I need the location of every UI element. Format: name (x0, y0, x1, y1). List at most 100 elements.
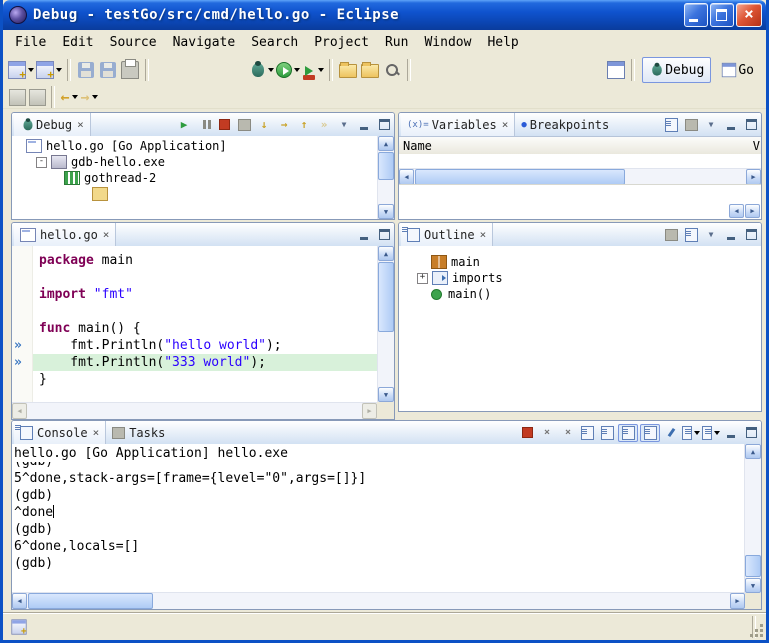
editor-tab-hello-go[interactable]: hello.go × (14, 223, 116, 246)
scroll-left-button[interactable]: ◀ (12, 593, 27, 609)
back-button[interactable]: ← (60, 88, 78, 106)
debug-tree-item-thread[interactable]: gothread-2 (12, 170, 378, 186)
console-output[interactable]: (gdb) 5^done,stack-args=[frame={level="0… (12, 462, 745, 593)
debug-tree-item-partial[interactable] (12, 186, 378, 202)
console-vertical-scrollbar[interactable]: ▲ ▼ (744, 444, 761, 593)
menu-window[interactable]: Window (416, 33, 479, 52)
scroll-down-button[interactable]: ▼ (378, 387, 394, 402)
variables-tree-empty[interactable] (399, 154, 761, 168)
word-wrap-button[interactable] (618, 424, 638, 442)
outline-item-package[interactable]: main (417, 254, 761, 270)
new-go-element-button[interactable] (36, 58, 62, 82)
minimize-view-button[interactable] (355, 117, 373, 133)
show-type-names-button[interactable] (662, 117, 680, 133)
terminate-button[interactable] (215, 117, 233, 133)
close-icon[interactable]: × (502, 119, 509, 130)
menu-help[interactable]: Help (479, 33, 526, 52)
debug-marker-icon[interactable]: » (14, 339, 22, 352)
menu-file[interactable]: File (7, 33, 54, 52)
scroll-thumb[interactable] (745, 555, 761, 577)
display-selected-console-button[interactable] (682, 425, 700, 441)
search-button[interactable] (382, 58, 402, 82)
editor-annotation-ruler[interactable]: » » (12, 246, 33, 402)
mark-occurrences-button[interactable] (28, 88, 46, 106)
show-console-on-output-button[interactable] (640, 424, 660, 442)
terminate-button[interactable] (518, 425, 536, 441)
debug-launch-button[interactable] (250, 58, 274, 82)
editor-vertical-scrollbar[interactable]: ▲ ▼ (377, 246, 394, 402)
external-tools-button[interactable] (302, 58, 324, 82)
title-bar[interactable]: Debug - testGo/src/cmd/hello.go - Eclips… (3, 0, 766, 30)
detail-scroll-right-button[interactable]: ▶ (745, 204, 760, 218)
resize-grip[interactable] (751, 625, 764, 638)
perspective-debug-button[interactable]: Debug (642, 57, 711, 83)
pin-console-button[interactable] (662, 425, 680, 441)
open-project-button[interactable] (360, 58, 380, 82)
tasks-tab[interactable]: Tasks (106, 421, 171, 444)
variables-tab[interactable]: (x)= Variables × (401, 113, 515, 136)
scroll-right-button[interactable]: ▶ (730, 593, 745, 609)
print-button[interactable] (120, 58, 140, 82)
open-resource-button[interactable] (338, 58, 358, 82)
debug-vertical-scrollbar[interactable]: ▲ ▼ (377, 136, 394, 219)
save-all-button[interactable] (98, 58, 118, 82)
maximize-view-button[interactable] (742, 227, 760, 243)
step-into-button[interactable]: ↓ (255, 117, 273, 133)
menu-run[interactable]: Run (377, 33, 416, 52)
debug-tree-item-process[interactable]: - gdb-hello.exe (12, 154, 378, 170)
maximize-view-button[interactable] (742, 117, 760, 133)
outline-tree[interactable]: main + imports main() (399, 246, 761, 411)
remove-all-launches-button[interactable]: × (558, 425, 576, 441)
scroll-thumb[interactable] (378, 152, 394, 180)
open-perspective-button[interactable] (606, 58, 626, 82)
scroll-thumb[interactable] (378, 262, 394, 332)
close-icon[interactable]: × (93, 427, 100, 438)
resume-button[interactable]: ▶ (175, 117, 193, 133)
menu-edit[interactable]: Edit (54, 33, 101, 52)
minimize-view-button[interactable] (722, 227, 740, 243)
close-icon[interactable]: × (103, 229, 110, 240)
scroll-up-button[interactable]: ▲ (378, 246, 394, 261)
menu-source[interactable]: Source (102, 33, 165, 52)
open-console-button[interactable] (702, 425, 720, 441)
expand-icon[interactable]: + (417, 273, 428, 284)
close-icon[interactable]: × (77, 119, 84, 130)
close-icon[interactable]: × (480, 229, 487, 240)
hide-fields-button[interactable] (682, 227, 700, 243)
step-return-button[interactable]: ↑ (295, 117, 313, 133)
view-menu-button[interactable]: ▼ (702, 227, 720, 243)
fast-view-button[interactable] (10, 618, 28, 636)
menu-navigate[interactable]: Navigate (165, 33, 244, 52)
scroll-up-button[interactable]: ▲ (378, 136, 394, 151)
forward-button[interactable]: → (80, 88, 98, 106)
instruction-pointer-icon[interactable]: » (14, 356, 22, 369)
step-over-button[interactable]: → (275, 117, 293, 133)
suspend-button[interactable] (195, 117, 213, 133)
minimize-view-button[interactable] (355, 227, 373, 243)
outline-tab[interactable]: Outline × (401, 223, 493, 246)
scroll-left-button[interactable]: ◀ (12, 403, 27, 419)
scroll-left-button[interactable]: ◀ (399, 169, 414, 185)
drop-to-frame-button[interactable]: » (315, 117, 333, 133)
variables-horizontal-scrollbar[interactable]: ◀ ▶ (399, 168, 761, 185)
detail-scroll-left-button[interactable]: ◀ (729, 204, 744, 218)
scroll-thumb[interactable] (415, 169, 625, 185)
menu-search[interactable]: Search (243, 33, 306, 52)
outline-item-imports[interactable]: + imports (417, 270, 761, 286)
scroll-right-button[interactable]: ▶ (746, 169, 761, 185)
editor-horizontal-scrollbar[interactable]: ◀ ▶ (12, 402, 377, 419)
scroll-right-button[interactable]: ▶ (362, 403, 377, 419)
close-window-button[interactable] (736, 3, 762, 27)
breakpoints-tab[interactable]: ● Breakpoints (515, 113, 615, 136)
view-menu-button[interactable]: ▼ (702, 117, 720, 133)
scroll-up-button[interactable]: ▲ (745, 444, 761, 459)
sort-button[interactable] (662, 227, 680, 243)
scroll-down-button[interactable]: ▼ (745, 578, 761, 593)
variables-detail-pane[interactable]: ◀ ▶ (399, 184, 761, 219)
minimize-window-button[interactable] (684, 3, 708, 27)
maximize-view-button[interactable] (375, 227, 393, 243)
console-tab[interactable]: Console × (14, 421, 106, 444)
clear-console-button[interactable] (578, 425, 596, 441)
view-menu-button[interactable]: ▼ (335, 117, 353, 133)
outline-item-main-func[interactable]: main() (417, 286, 761, 302)
